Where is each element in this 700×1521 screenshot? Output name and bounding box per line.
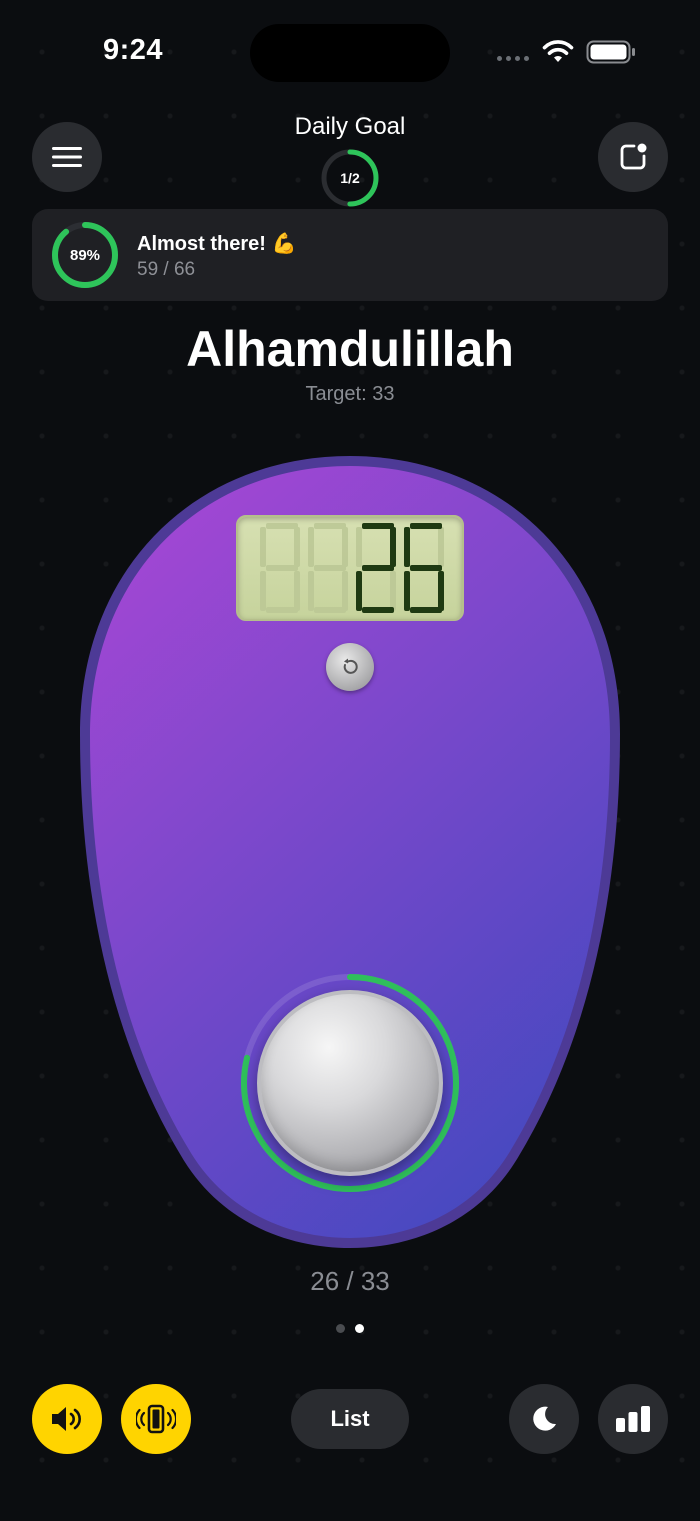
dhikr-target: Target: 33 [305,383,395,405]
lcd-segment [342,527,348,567]
count-button[interactable] [257,990,443,1176]
lcd-digits [260,523,444,613]
lcd-segment [356,527,362,567]
page-dot-1[interactable] [336,1324,345,1333]
page-indicator [336,1324,364,1333]
sound-toggle-button[interactable] [32,1384,102,1454]
lcd-segment [438,571,444,611]
lcd-segment [342,571,348,611]
lcd-segment [314,523,346,529]
lcd-segment [404,571,410,611]
lcd-segment [362,607,394,613]
lcd-display: 26 [236,515,464,621]
lcd-segment [314,607,346,613]
lcd-segment [362,565,394,571]
lcd-segment [362,523,394,529]
count-progress-text: 26 / 33 [310,1266,390,1296]
vibration-toggle-button[interactable] [121,1384,191,1454]
hamburger-icon [52,147,82,167]
lcd-segment [260,571,266,611]
cellular-signal-icon [497,56,529,61]
progress-card-title: Almost there! 💪 [137,233,297,255]
edit-note-button[interactable] [598,122,668,192]
daily-goal-title: Daily Goal [294,113,406,140]
lcd-segment [410,523,442,529]
reset-icon [343,658,358,674]
lcd-segment [294,527,300,567]
daily-progress-card[interactable]: 89% Almost there! 💪 59 / 66 [32,209,668,301]
progress-card-count: 59 / 66 [137,259,196,280]
percent-label: 89% [69,246,101,264]
lcd-segment [266,565,298,571]
moon-icon [533,1406,556,1431]
lcd-segment [266,607,298,613]
battery-icon [586,40,635,64]
lcd-segment [356,571,362,611]
statistics-button[interactable] [598,1384,668,1454]
daily-goal-count: 1/2 [340,170,360,186]
bar-chart-icon [616,1406,650,1432]
lcd-segment [308,527,314,567]
menu-button[interactable] [32,122,102,192]
lcd-segment [314,565,346,571]
lcd-segment [390,527,396,567]
dynamic-island [250,24,450,82]
theme-toggle-button[interactable] [509,1384,579,1454]
lcd-segment [260,527,266,567]
lcd-segment [404,527,410,567]
lcd-segment [410,565,442,571]
lcd-segment [410,607,442,613]
speaker-icon [52,1407,81,1431]
status-time: 9:24 [103,34,164,66]
dhikr-name: Alhamdulillah [186,321,514,377]
lcd-segment [390,571,396,611]
list-button[interactable]: List [291,1389,409,1449]
reset-button[interactable] [326,643,374,691]
lcd-segment [308,571,314,611]
page-dot-2[interactable] [355,1324,364,1333]
lcd-segment [266,523,298,529]
lcd-segment [294,571,300,611]
vibrate-icon [136,1404,176,1434]
lcd-segment [438,527,444,567]
note-edit-icon [620,143,647,170]
wifi-icon [542,40,574,62]
